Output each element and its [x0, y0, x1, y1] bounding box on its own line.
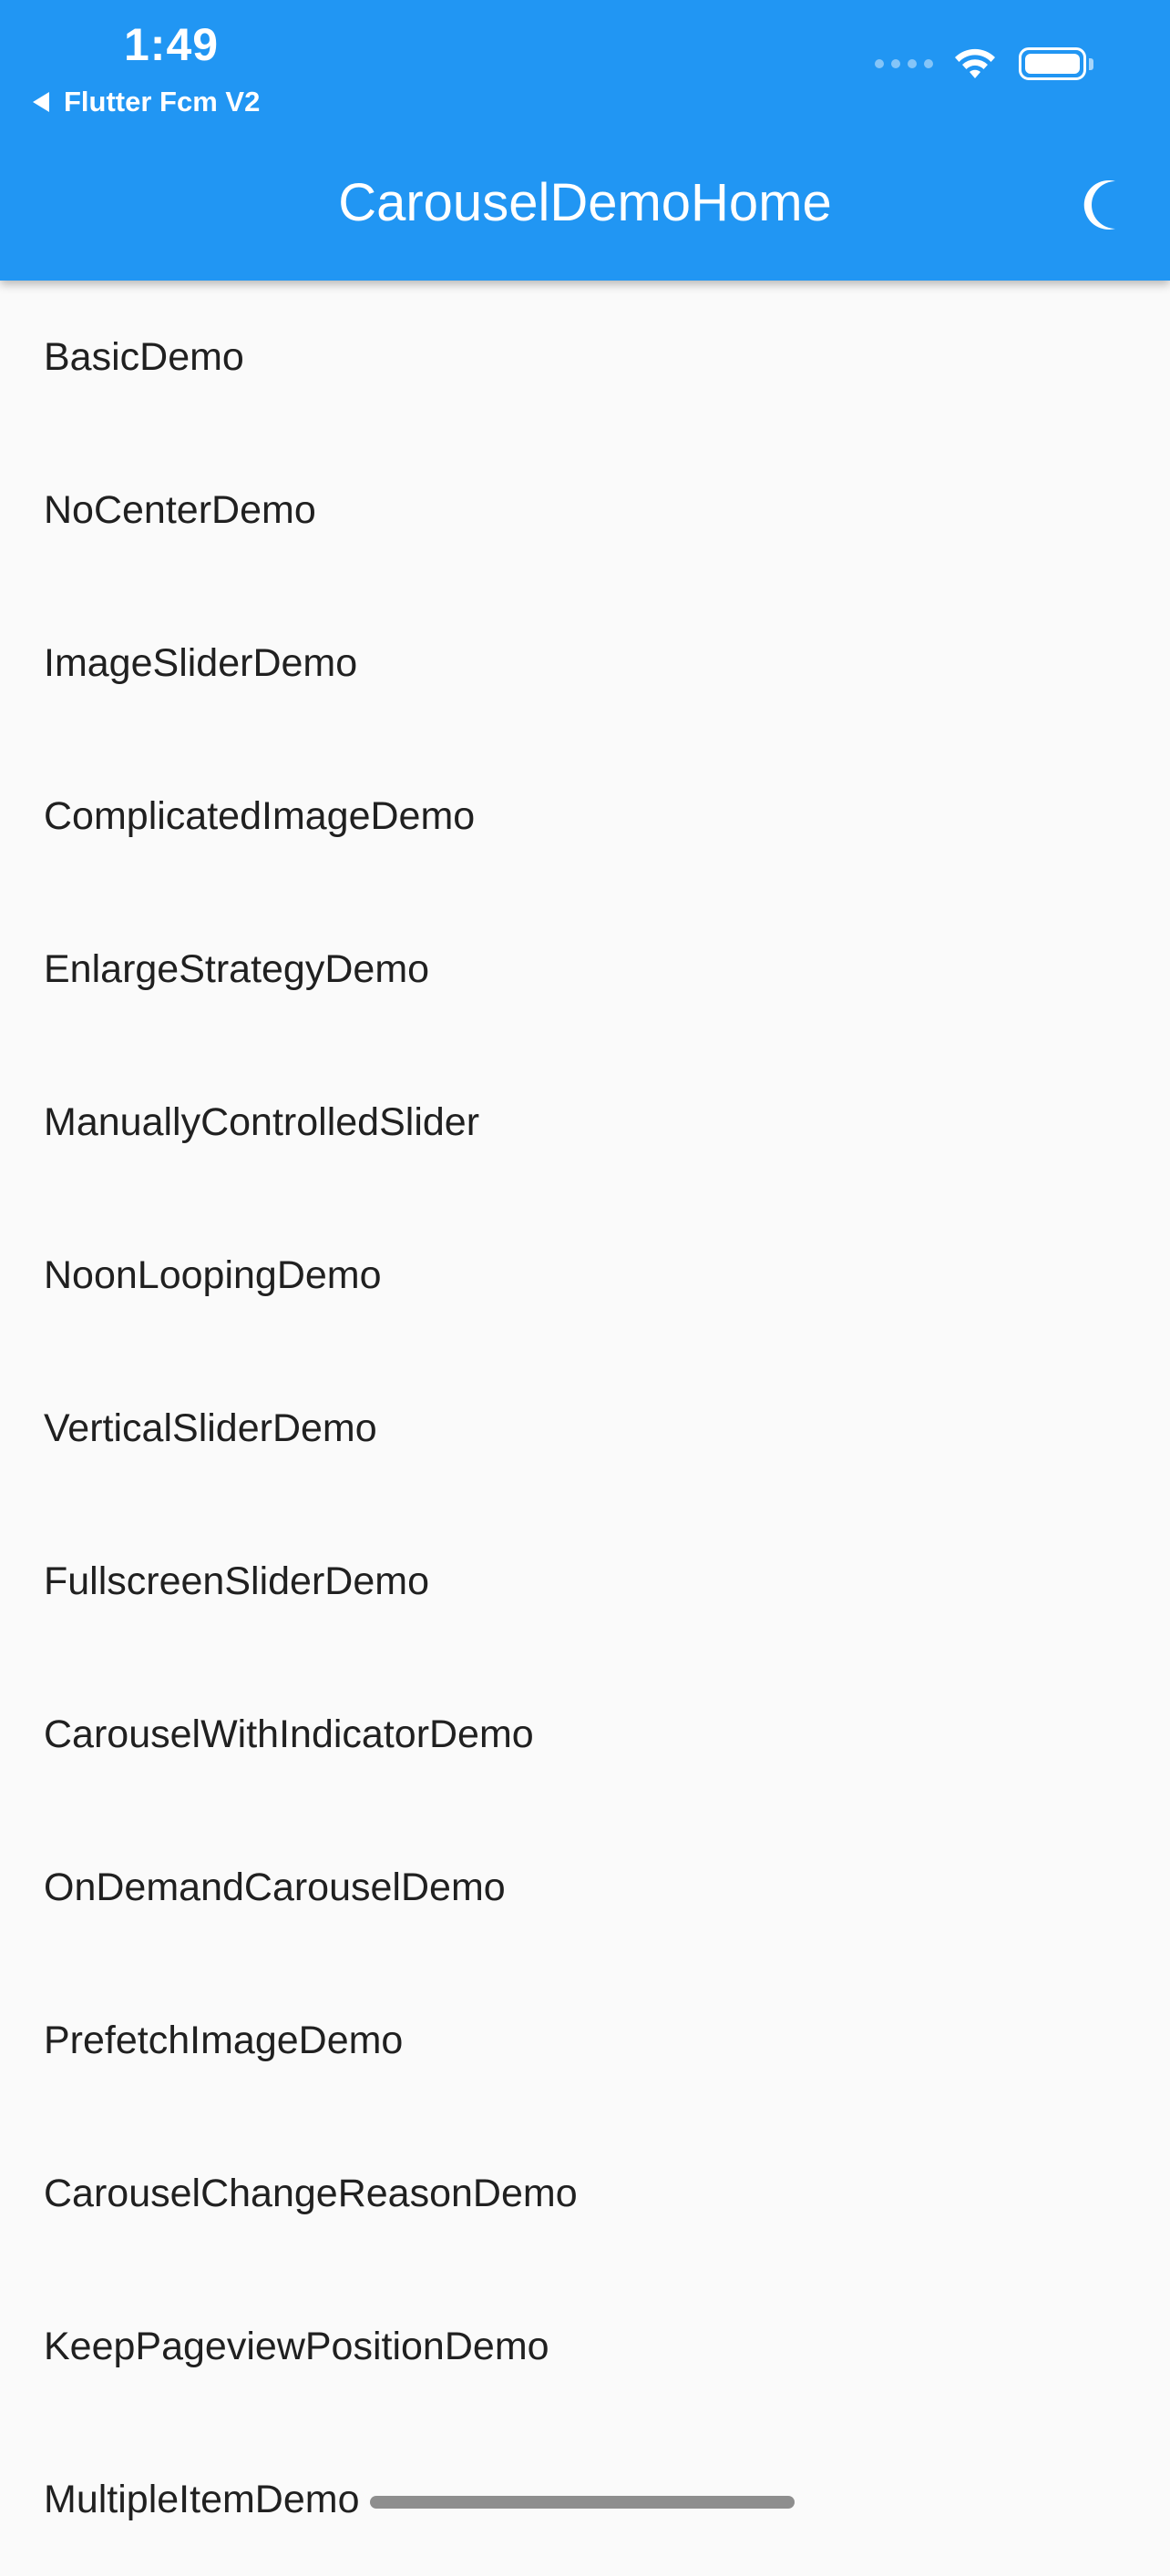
list-item-label: FullscreenSliderDemo	[44, 1559, 429, 1603]
list-item[interactable]: FullscreenSliderDemo	[0, 1505, 1170, 1658]
back-arrow-icon	[33, 92, 49, 112]
list-item-label: MultipleItemDemo	[44, 2477, 360, 2521]
list-item-label: NoCenterDemo	[44, 487, 316, 532]
list-item-label: ManuallyControlledSlider	[44, 1099, 480, 1144]
list-item-label: VerticalSliderDemo	[44, 1406, 377, 1450]
back-app-label: Flutter Fcm V2	[64, 86, 261, 118]
list-item[interactable]: BasicDemo	[0, 281, 1170, 434]
list-item[interactable]: ImageSliderDemo	[0, 587, 1170, 740]
status-icons	[875, 47, 1093, 80]
list-item[interactable]: ManuallyControlledSlider	[0, 1046, 1170, 1199]
list-item-label: PrefetchImageDemo	[44, 2018, 404, 2062]
status-time: 1:49	[124, 19, 220, 70]
list-item[interactable]: VerticalSliderDemo	[0, 1352, 1170, 1505]
list-item[interactable]: EnlargeStrategyDemo	[0, 893, 1170, 1046]
list-item[interactable]: KeepPageviewPositionDemo	[0, 2270, 1170, 2423]
cellular-dots-icon	[875, 59, 933, 68]
home-indicator[interactable]	[370, 2496, 795, 2509]
list-item[interactable]: CarouselChangeReasonDemo	[0, 2117, 1170, 2270]
list-item-label: NoonLoopingDemo	[44, 1252, 382, 1297]
list-item[interactable]: NoCenterDemo	[0, 434, 1170, 587]
back-to-app-link[interactable]: Flutter Fcm V2	[33, 82, 260, 122]
demo-list: BasicDemo NoCenterDemo ImageSliderDemo C…	[0, 281, 1170, 2576]
theme-toggle-button[interactable]	[1075, 177, 1132, 233]
list-item[interactable]: NoonLoopingDemo	[0, 1199, 1170, 1352]
list-item[interactable]: OnDemandCarouselDemo	[0, 1811, 1170, 1964]
battery-icon	[1019, 47, 1093, 80]
app-bar: 1:49 Flutter Fcm V2 CarouselDemoHome	[0, 0, 1170, 281]
list-item-label: ImageSliderDemo	[44, 640, 358, 685]
list-item[interactable]: ComplicatedImageDemo	[0, 740, 1170, 893]
moon-icon	[1083, 180, 1115, 230]
list-item-label: CarouselChangeReasonDemo	[44, 2171, 578, 2215]
list-item-label: CarouselWithIndicatorDemo	[44, 1712, 534, 1756]
list-item[interactable]: PrefetchImageDemo	[0, 1964, 1170, 2117]
wifi-icon	[955, 48, 995, 78]
list-item-label: ComplicatedImageDemo	[44, 793, 476, 838]
page-title: CarouselDemoHome	[338, 173, 832, 232]
list-item-label: KeepPageviewPositionDemo	[44, 2324, 549, 2368]
list-item-label: BasicDemo	[44, 334, 244, 379]
list-item-label: OnDemandCarouselDemo	[44, 1865, 506, 1909]
list-item[interactable]: CarouselWithIndicatorDemo	[0, 1658, 1170, 1811]
list-item-label: EnlargeStrategyDemo	[44, 946, 430, 991]
